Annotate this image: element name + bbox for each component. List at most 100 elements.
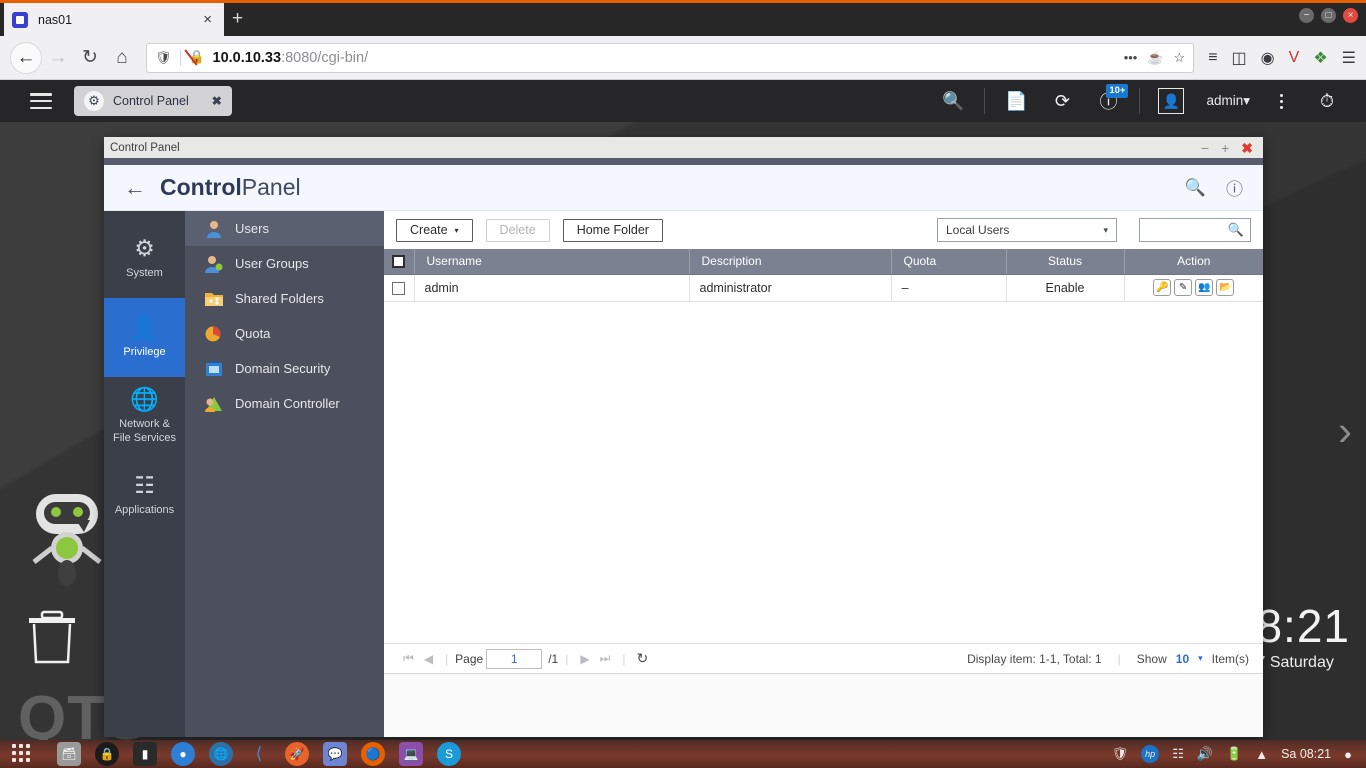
shield-icon[interactable]: 🛡 bbox=[1112, 746, 1129, 762]
category-network-file-services[interactable]: 🌐 Network & File Services bbox=[104, 377, 185, 456]
sidebar-icon[interactable]: ◫ bbox=[1232, 48, 1247, 68]
maximize-icon[interactable]: + bbox=[1221, 141, 1229, 155]
reload-button[interactable]: ↻ bbox=[74, 42, 106, 74]
user-name-label[interactable]: admin▾ bbox=[1206, 93, 1250, 109]
menu-icon[interactable]: ☰ bbox=[1342, 48, 1356, 68]
app-grid-icon[interactable] bbox=[12, 744, 38, 764]
trash-icon[interactable] bbox=[26, 610, 78, 666]
maximize-icon[interactable]: □ bbox=[1321, 8, 1336, 23]
change-password-icon[interactable]: 🔑 bbox=[1153, 279, 1172, 296]
battery-icon[interactable]: 🔋 bbox=[1226, 746, 1242, 762]
search-field[interactable]: 🔍 bbox=[1139, 218, 1251, 242]
sidebar-item-shared-folders[interactable]: Shared Folders bbox=[185, 281, 384, 316]
column-description[interactable]: Description bbox=[689, 249, 892, 275]
minimize-icon[interactable]: − bbox=[1299, 8, 1314, 23]
broken-lock-icon[interactable]: 🔒 bbox=[183, 49, 205, 66]
browser-tab[interactable]: nas01 × bbox=[4, 3, 224, 36]
next-page-button[interactable]: ▶ bbox=[575, 652, 594, 666]
user-type-select[interactable]: Local Users ▾ bbox=[937, 218, 1117, 242]
terminal-icon[interactable]: ▮ bbox=[133, 742, 157, 766]
skype-icon[interactable]: S bbox=[437, 742, 461, 766]
more-vertical-icon[interactable] bbox=[1258, 80, 1304, 122]
column-username[interactable]: Username bbox=[414, 249, 690, 275]
create-button[interactable]: Create ▾ bbox=[396, 218, 473, 242]
user-groups-icon[interactable]: 👥 bbox=[1195, 279, 1214, 296]
search-icon[interactable]: 🔍 bbox=[1185, 178, 1206, 198]
taskbar-item-control-panel[interactable]: ⚙ Control Panel ✖ bbox=[74, 86, 232, 116]
hamburger-icon[interactable] bbox=[30, 93, 52, 109]
chevron-down-icon[interactable]: ▾ bbox=[1198, 653, 1203, 664]
new-tab-button[interactable]: + bbox=[232, 9, 243, 28]
search-icon[interactable]: 🔍 bbox=[930, 80, 976, 122]
home-folder-button[interactable]: Home Folder bbox=[562, 218, 663, 242]
background-task-icon[interactable]: 📄 bbox=[993, 80, 1039, 122]
file-manager-icon[interactable]: 🗃 bbox=[57, 742, 81, 766]
postman-icon[interactable]: 🚀 bbox=[285, 742, 309, 766]
volume-icon[interactable]: 🔊 bbox=[1197, 746, 1213, 762]
close-icon[interactable]: × bbox=[199, 10, 216, 29]
sidebar-item-user-groups[interactable]: User Groups bbox=[185, 246, 384, 281]
select-all-checkbox[interactable] bbox=[392, 255, 406, 269]
extension-icon[interactable]: ❖ bbox=[1313, 48, 1327, 68]
chromium-icon[interactable]: ● bbox=[171, 742, 195, 766]
column-status[interactable]: Status bbox=[1006, 249, 1125, 275]
edit-account-icon[interactable]: ✎ bbox=[1174, 279, 1193, 296]
chevron-up-icon[interactable]: ▲ bbox=[1255, 747, 1268, 762]
column-quota[interactable]: Quota bbox=[891, 249, 1007, 275]
prev-page-button[interactable]: ◀ bbox=[419, 652, 438, 666]
bookmark-icon[interactable]: ☆ bbox=[1174, 50, 1186, 66]
dashboard-icon[interactable]: ⏱ bbox=[1304, 80, 1350, 122]
close-icon[interactable]: ✖ bbox=[212, 94, 222, 108]
external-device-icon[interactable]: ⟳ bbox=[1039, 80, 1085, 122]
table-row[interactable]: admin administrator – Enable 🔑 ✎ 👥 📂 bbox=[384, 274, 1263, 302]
category-privilege[interactable]: 👤 Privilege bbox=[104, 298, 185, 377]
network-icon[interactable]: ☷ bbox=[1172, 746, 1184, 762]
close-icon[interactable]: × bbox=[1343, 8, 1358, 23]
category-applications[interactable]: ☷ Applications bbox=[104, 456, 185, 535]
vivaldi-icon[interactable]: V bbox=[1289, 49, 1300, 67]
keepass-icon[interactable]: 🔒 bbox=[95, 742, 119, 766]
delete-button[interactable]: Delete bbox=[485, 218, 550, 242]
tor-icon[interactable]: 🌐 bbox=[209, 742, 233, 766]
library-icon[interactable]: ≡ bbox=[1208, 49, 1217, 67]
search-input[interactable] bbox=[1146, 223, 1228, 237]
hp-logo-icon[interactable]: hp bbox=[1141, 745, 1160, 763]
page-actions-icon[interactable]: ••• bbox=[1124, 50, 1138, 65]
page-input[interactable] bbox=[486, 648, 543, 669]
remmina-icon[interactable]: 💻 bbox=[399, 742, 423, 766]
user-avatar[interactable]: 👤 bbox=[1148, 80, 1194, 122]
shield-icon[interactable]: 🛡 bbox=[155, 50, 172, 66]
users-toolbar: Create ▾ Delete Home Folder Local Users ▾… bbox=[384, 211, 1263, 249]
url-bar[interactable]: 🛡 🔒 10.0.10.33:8080/cgi-bin/ ••• ☕ ☆ bbox=[146, 42, 1195, 73]
discord-icon[interactable]: 💬 bbox=[323, 742, 347, 766]
vscode-icon[interactable]: ⟨ bbox=[247, 742, 271, 766]
row-select-cell[interactable] bbox=[384, 274, 415, 302]
close-icon[interactable]: ✖ bbox=[1241, 141, 1253, 155]
pocket-icon[interactable]: ☕ bbox=[1147, 50, 1163, 66]
minimize-icon[interactable]: − bbox=[1201, 141, 1209, 155]
shared-folder-permission-icon[interactable]: 📂 bbox=[1216, 279, 1235, 296]
forward-button[interactable]: → bbox=[42, 42, 74, 74]
last-page-button[interactable]: ⏭ bbox=[595, 651, 616, 666]
taskbar-clock[interactable]: Sa 08:21 bbox=[1281, 747, 1331, 761]
sidebar-item-quota[interactable]: Quota bbox=[185, 316, 384, 351]
sidebar-item-users[interactable]: Users bbox=[185, 211, 384, 246]
sidebar-item-domain-security[interactable]: Domain Security bbox=[185, 351, 384, 386]
category-system[interactable]: ⚙ System bbox=[104, 219, 185, 298]
account-icon[interactable]: ◉ bbox=[1261, 48, 1275, 68]
window-titlebar[interactable]: Control Panel − + ✖ bbox=[104, 137, 1263, 158]
firefox-icon[interactable]: 🔵 bbox=[361, 742, 385, 766]
row-checkbox[interactable] bbox=[392, 281, 406, 295]
notifications-icon[interactable]: ⓘ 10+ bbox=[1085, 80, 1131, 122]
back-button[interactable]: ← bbox=[10, 41, 42, 74]
next-page-arrow-icon[interactable]: › bbox=[1338, 410, 1352, 452]
select-all-header[interactable] bbox=[384, 249, 415, 275]
refresh-icon[interactable]: ↻ bbox=[633, 650, 653, 667]
search-icon[interactable]: 🔍 bbox=[1228, 222, 1244, 238]
show-value[interactable]: 10 bbox=[1176, 652, 1189, 666]
sidebar-item-domain-controller[interactable]: Domain Controller bbox=[185, 386, 384, 421]
back-button[interactable]: ← bbox=[124, 176, 146, 199]
first-page-button[interactable]: ⏮ bbox=[398, 651, 419, 666]
help-icon[interactable]: ⓘ bbox=[1226, 175, 1243, 200]
home-button[interactable]: ⌂ bbox=[106, 42, 138, 74]
